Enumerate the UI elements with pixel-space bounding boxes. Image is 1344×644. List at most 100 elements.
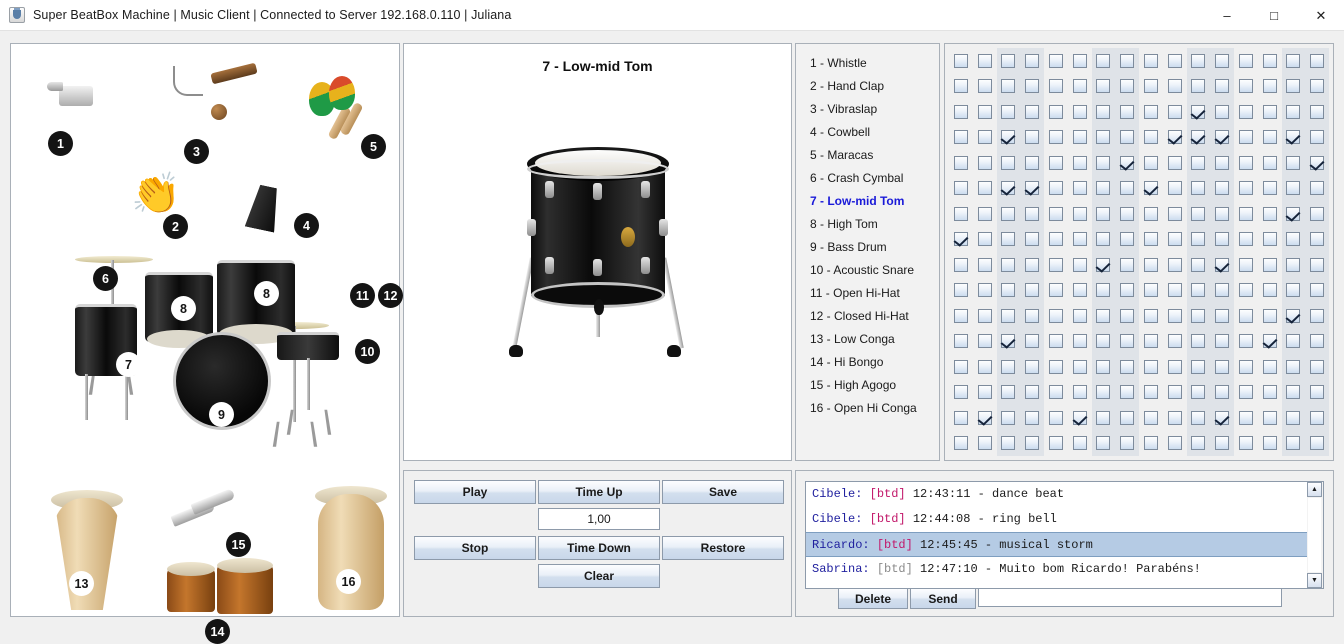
beat-cell-r3-c5[interactable] xyxy=(1044,99,1068,125)
beat-cell-r14-c11[interactable] xyxy=(1186,379,1211,405)
beat-checkbox-r2-c14[interactable] xyxy=(1262,79,1277,94)
beat-checkbox-r16-c15[interactable] xyxy=(1286,436,1301,451)
beat-checkbox-r14-c9[interactable] xyxy=(1143,385,1158,400)
beat-checkbox-r1-c6[interactable] xyxy=(1072,53,1087,68)
beat-cell-r12-c12[interactable] xyxy=(1210,328,1234,354)
beat-cell-r16-c7[interactable] xyxy=(1091,430,1116,456)
beat-checkbox-r10-c2[interactable] xyxy=(977,283,992,298)
beat-cell-r2-c2[interactable] xyxy=(973,74,997,100)
beat-checkbox-r4-c1[interactable] xyxy=(953,130,968,145)
beat-cell-r12-c3[interactable] xyxy=(996,328,1021,354)
beat-cell-r15-c9[interactable] xyxy=(1139,405,1163,431)
beat-cell-r15-c15[interactable] xyxy=(1281,405,1306,431)
beat-cell-r3-c4[interactable] xyxy=(1020,99,1044,125)
beat-checkbox-r4-c11[interactable] xyxy=(1191,130,1206,145)
beat-cell-r11-c2[interactable] xyxy=(973,303,997,329)
beat-checkbox-r12-c13[interactable] xyxy=(1238,334,1253,349)
beat-checkbox-r6-c3[interactable] xyxy=(1001,181,1016,196)
beat-checkbox-r7-c6[interactable] xyxy=(1072,206,1087,221)
beat-checkbox-r13-c14[interactable] xyxy=(1262,359,1277,374)
beat-cell-r10-c12[interactable] xyxy=(1210,277,1234,303)
beat-cell-r4-c3[interactable] xyxy=(996,124,1021,150)
beat-checkbox-r11-c1[interactable] xyxy=(953,308,968,323)
beat-checkbox-r16-c8[interactable] xyxy=(1120,436,1135,451)
chat-message-input[interactable] xyxy=(978,588,1282,607)
beat-checkbox-r9-c1[interactable] xyxy=(953,257,968,272)
beat-checkbox-r8-c10[interactable] xyxy=(1167,232,1182,247)
beat-checkbox-r10-c6[interactable] xyxy=(1072,283,1087,298)
beat-cell-r9-c7[interactable] xyxy=(1091,252,1116,278)
beat-checkbox-r9-c3[interactable] xyxy=(1001,257,1016,272)
beat-cell-r12-c9[interactable] xyxy=(1139,329,1163,355)
beat-checkbox-r12-c6[interactable] xyxy=(1072,334,1087,349)
restore-button[interactable]: Restore xyxy=(662,536,784,560)
beat-checkbox-r9-c9[interactable] xyxy=(1143,257,1158,272)
beat-checkbox-r13-c16[interactable] xyxy=(1310,359,1325,374)
scrollbar-track[interactable] xyxy=(1308,498,1321,572)
beat-checkbox-r14-c3[interactable] xyxy=(1001,385,1016,400)
beat-cell-r2-c16[interactable] xyxy=(1305,73,1329,99)
beat-cell-r11-c12[interactable] xyxy=(1210,303,1234,329)
beat-cell-r7-c14[interactable] xyxy=(1258,201,1282,227)
beat-checkbox-r5-c4[interactable] xyxy=(1025,155,1040,170)
beat-cell-r8-c15[interactable] xyxy=(1281,226,1306,252)
beat-cell-r8-c13[interactable] xyxy=(1234,227,1258,253)
beat-cell-r2-c1[interactable] xyxy=(949,74,973,100)
beat-checkbox-r8-c3[interactable] xyxy=(1001,232,1016,247)
beat-cell-r3-c8[interactable] xyxy=(1115,99,1139,125)
beat-checkbox-r12-c10[interactable] xyxy=(1167,334,1182,349)
beat-checkbox-r10-c13[interactable] xyxy=(1238,283,1253,298)
instrument-list-item-2[interactable]: 2 - Hand Clap xyxy=(796,75,939,98)
beat-checkbox-r14-c6[interactable] xyxy=(1072,385,1087,400)
beat-checkbox-r5-c15[interactable] xyxy=(1286,155,1301,170)
beat-checkbox-r13-c3[interactable] xyxy=(1001,359,1016,374)
beat-cell-r12-c14[interactable] xyxy=(1258,329,1282,355)
beat-cell-r13-c6[interactable] xyxy=(1068,354,1092,380)
beat-checkbox-r3-c4[interactable] xyxy=(1025,104,1040,119)
hand-clap-illustration[interactable]: 👏 xyxy=(131,174,181,214)
beat-cell-r3-c3[interactable] xyxy=(996,99,1021,125)
beat-cell-r16-c9[interactable] xyxy=(1139,431,1163,457)
chat-message-row[interactable]: Cibele: [btd] 12:44:08 - ring bell xyxy=(806,507,1309,532)
beat-cell-r13-c7[interactable] xyxy=(1091,354,1116,380)
beat-cell-r4-c5[interactable] xyxy=(1044,125,1068,151)
beat-cell-r13-c13[interactable] xyxy=(1234,354,1258,380)
beat-checkbox-r1-c3[interactable] xyxy=(1001,53,1016,68)
beat-cell-r11-c10[interactable] xyxy=(1163,303,1187,329)
beat-checkbox-r14-c16[interactable] xyxy=(1310,385,1325,400)
beat-cell-r13-c4[interactable] xyxy=(1020,354,1044,380)
beat-cell-r6-c8[interactable] xyxy=(1115,175,1139,201)
beat-checkbox-r15-c16[interactable] xyxy=(1310,410,1325,425)
beat-cell-r7-c2[interactable] xyxy=(973,201,997,227)
beat-cell-r1-c5[interactable] xyxy=(1044,48,1068,74)
beat-cell-r6-c7[interactable] xyxy=(1091,175,1116,201)
chat-message-row[interactable]: Cibele: [btd] 12:43:11 - dance beat xyxy=(806,482,1309,507)
beat-cell-r4-c15[interactable] xyxy=(1281,124,1306,150)
scroll-up-icon[interactable]: ▲ xyxy=(1307,482,1322,497)
tempo-field[interactable]: 1,00 xyxy=(538,508,660,530)
beat-cell-r8-c16[interactable] xyxy=(1305,226,1329,252)
beat-checkbox-r3-c1[interactable] xyxy=(953,104,968,119)
stop-button[interactable]: Stop xyxy=(414,536,536,560)
beat-cell-r9-c1[interactable] xyxy=(949,252,973,278)
beat-checkbox-r3-c2[interactable] xyxy=(977,104,992,119)
beat-cell-r11-c8[interactable] xyxy=(1115,303,1139,329)
beat-cell-r13-c16[interactable] xyxy=(1305,354,1329,380)
beat-checkbox-r15-c7[interactable] xyxy=(1096,410,1111,425)
beat-cell-r2-c6[interactable] xyxy=(1068,74,1092,100)
beat-cell-r13-c3[interactable] xyxy=(996,354,1021,380)
clear-button[interactable]: Clear xyxy=(538,564,660,588)
beat-checkbox-r12-c14[interactable] xyxy=(1262,334,1277,349)
beat-checkbox-r2-c3[interactable] xyxy=(1001,79,1016,94)
beat-cell-r3-c12[interactable] xyxy=(1210,99,1234,125)
beat-cell-r13-c2[interactable] xyxy=(973,354,997,380)
beat-checkbox-r10-c10[interactable] xyxy=(1167,283,1182,298)
beat-checkbox-r13-c2[interactable] xyxy=(977,359,992,374)
beat-cell-r7-c9[interactable] xyxy=(1139,201,1163,227)
beat-cell-r7-c16[interactable] xyxy=(1305,201,1329,227)
beat-checkbox-r15-c13[interactable] xyxy=(1238,410,1253,425)
beat-checkbox-r9-c5[interactable] xyxy=(1048,257,1063,272)
scroll-down-icon[interactable]: ▼ xyxy=(1307,573,1322,588)
beat-cell-r9-c6[interactable] xyxy=(1068,252,1092,278)
beat-checkbox-r12-c4[interactable] xyxy=(1025,334,1040,349)
